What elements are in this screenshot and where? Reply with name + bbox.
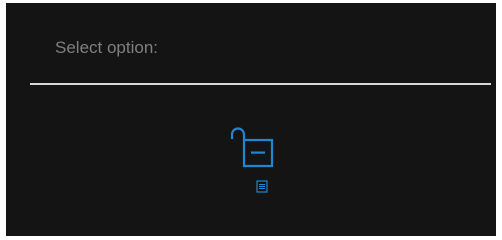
menu-lock-option[interactable]	[229, 125, 277, 197]
panel-title: Select option:	[55, 38, 159, 57]
menu-list-icon	[256, 180, 268, 193]
unlocked-padlock-icon	[229, 125, 277, 171]
title-divider	[30, 83, 491, 85]
osd-dialog-panel: Select option:	[6, 3, 496, 236]
